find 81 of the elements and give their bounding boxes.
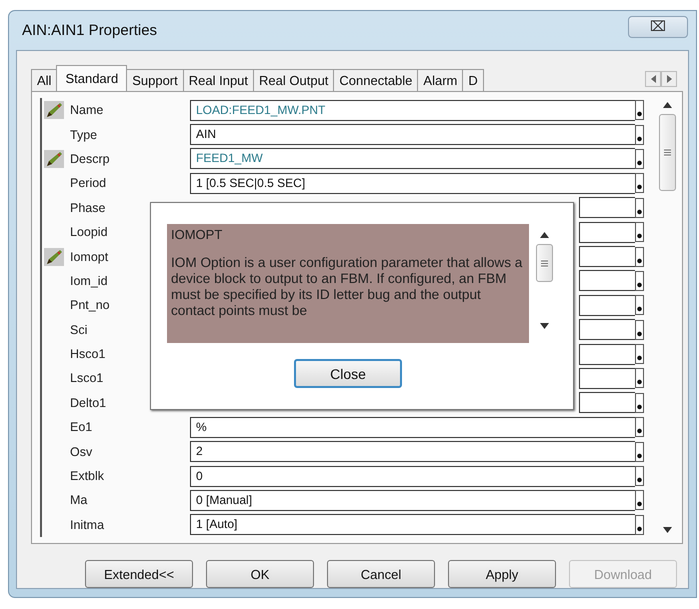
help-text: IOM Option is a user configuration parameter that allows a device block to output to an FBM. If configured, an FBM must be specified by its ID letter bug and the output contact points must be (171, 255, 524, 319)
property-label: Period (70, 176, 106, 190)
value-field[interactable] (579, 368, 635, 389)
value-field[interactable] (579, 246, 635, 268)
marker-icon (635, 490, 644, 510)
value-field[interactable]: 0 (190, 466, 635, 487)
marker-icon (635, 270, 644, 291)
dialog-button[interactable]: Extended<< (85, 560, 193, 588)
value-field[interactable] (579, 197, 635, 218)
property-label: Extblk (70, 469, 104, 484)
marker-icon (635, 392, 644, 413)
marker-icon (635, 295, 644, 316)
dialog-button[interactable]: Cancel (327, 560, 435, 588)
grip-icon (664, 149, 670, 156)
property-label: Type (70, 128, 98, 142)
value-field[interactable] (579, 270, 635, 292)
scrollbar-thumb[interactable] (658, 114, 676, 191)
close-button[interactable]: Close (294, 359, 402, 388)
value-field[interactable]: 1 [0.5 SEC|0.5 SEC] (190, 172, 635, 194)
down-arrow-icon (540, 323, 549, 329)
property-label: Descrp (70, 152, 110, 166)
value-field[interactable]: LOAD:FEED1_MW.PNT (190, 100, 635, 121)
dialog-button[interactable]: Apply (448, 560, 556, 588)
marker-icon (635, 246, 644, 267)
value-field[interactable]: FEED1_MW (190, 148, 635, 170)
marker-icon (635, 222, 644, 242)
tab[interactable]: Standard (56, 65, 128, 91)
up-arrow-icon (540, 232, 549, 238)
property-label: Ma (70, 493, 88, 508)
value-field[interactable] (579, 344, 635, 365)
right-arrow-icon (666, 75, 672, 83)
scroll-left-button[interactable] (645, 71, 661, 87)
value-field[interactable] (579, 222, 635, 243)
scrollbar-thumb[interactable] (536, 244, 553, 282)
value-field[interactable]: % (190, 416, 635, 438)
property-label: Osv (70, 444, 92, 459)
value-field[interactable]: 2 (190, 441, 635, 462)
value-field[interactable]: AIN (190, 124, 635, 146)
tab[interactable]: D (462, 69, 484, 91)
property-label: Iom_id (70, 274, 108, 288)
marker-icon (635, 344, 644, 364)
up-arrow-icon (662, 102, 672, 108)
marker-icon (635, 198, 644, 218)
marker-icon (635, 514, 644, 535)
help-heading: IOMOPT (171, 227, 224, 242)
marker-icon (635, 173, 644, 194)
tab[interactable]: Real Input (182, 69, 254, 91)
down-arrow-icon (662, 527, 672, 533)
tab[interactable]: Support (126, 69, 184, 91)
marker-icon (635, 100, 644, 120)
property-label: Iomopt (70, 250, 108, 264)
property-label: Initma (70, 518, 104, 532)
marker-icon (635, 466, 644, 486)
property-label: Hsco1 (70, 347, 106, 362)
value-field[interactable] (579, 392, 635, 414)
property-label: Delto1 (70, 396, 106, 410)
tab[interactable]: Real Output (253, 69, 334, 91)
property-label: Phase (70, 200, 106, 215)
left-arrow-icon (650, 75, 656, 83)
close-button[interactable]: ⌧ (628, 16, 688, 38)
value-field[interactable]: 0 [Manual] (190, 490, 635, 511)
value-field[interactable] (579, 319, 635, 340)
scroll-right-button[interactable] (661, 71, 677, 87)
property-label: Sci (70, 322, 88, 337)
grip-icon (540, 260, 548, 266)
property-label: Eo1 (70, 420, 92, 434)
property-label: Name (70, 103, 104, 118)
marker-icon (635, 320, 644, 340)
value-field[interactable]: 1 [Auto] (190, 514, 635, 536)
tab[interactable]: All (31, 69, 58, 91)
marker-icon (635, 442, 644, 462)
marker-icon (635, 368, 644, 388)
property-label: Lsco1 (70, 371, 104, 386)
value-field[interactable] (579, 294, 635, 316)
marker-icon (635, 417, 644, 438)
dialog-button[interactable]: OK (206, 560, 314, 588)
property-label: Loopid (70, 225, 108, 240)
marker-icon (635, 124, 644, 145)
property-label: Pnt_no (70, 298, 110, 312)
marker-icon (635, 148, 644, 169)
window-title: AIN:AIN1 Properties (22, 22, 158, 39)
